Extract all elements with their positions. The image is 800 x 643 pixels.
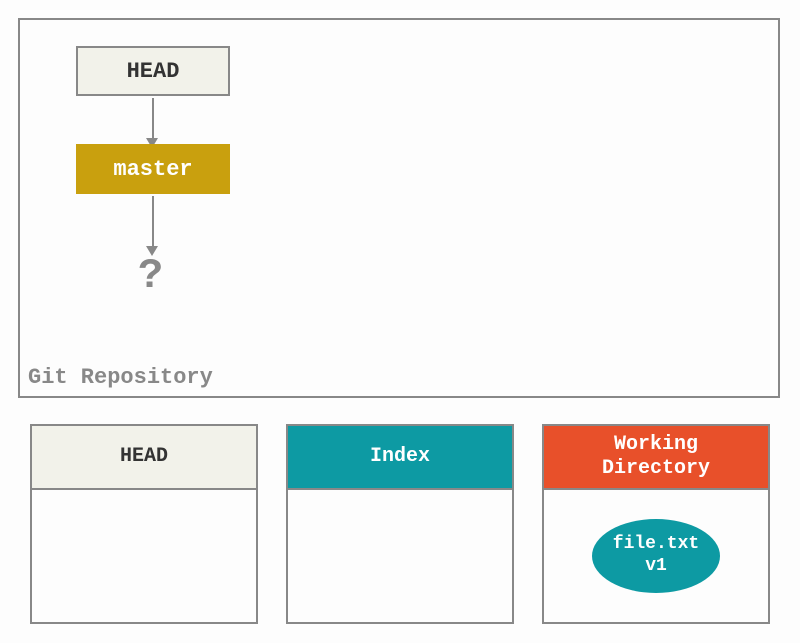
index-column: Index	[286, 424, 514, 624]
index-column-header: Index	[286, 424, 514, 490]
head-ref-label: HEAD	[127, 59, 180, 84]
index-column-body	[286, 490, 514, 624]
working-directory-column-label: Working Directory	[602, 433, 710, 481]
head-column: HEAD	[30, 424, 258, 624]
head-column-label: HEAD	[120, 445, 168, 469]
working-directory-column-body: file.txt v1	[542, 490, 770, 624]
arrow-master-to-unknown	[152, 196, 154, 248]
head-column-header: HEAD	[30, 424, 258, 490]
file-version: v1	[645, 556, 667, 578]
file-blob: file.txt v1	[592, 519, 720, 593]
index-column-label: Index	[370, 445, 430, 469]
unknown-commit-marker: ?	[138, 252, 163, 300]
master-branch-box: master	[76, 144, 230, 194]
master-branch-label: master	[113, 157, 192, 182]
head-ref-box: HEAD	[76, 46, 230, 96]
head-column-body	[30, 490, 258, 624]
arrow-head-to-master	[152, 98, 154, 140]
git-repository-box: HEAD master ? Git Repository	[18, 18, 780, 398]
working-directory-column: Working Directory file.txt v1	[542, 424, 770, 624]
git-repository-label: Git Repository	[28, 365, 213, 390]
working-directory-column-header: Working Directory	[542, 424, 770, 490]
trees-row: HEAD Index Working Directory file.txt v1	[30, 424, 770, 624]
file-name: file.txt	[613, 534, 699, 556]
